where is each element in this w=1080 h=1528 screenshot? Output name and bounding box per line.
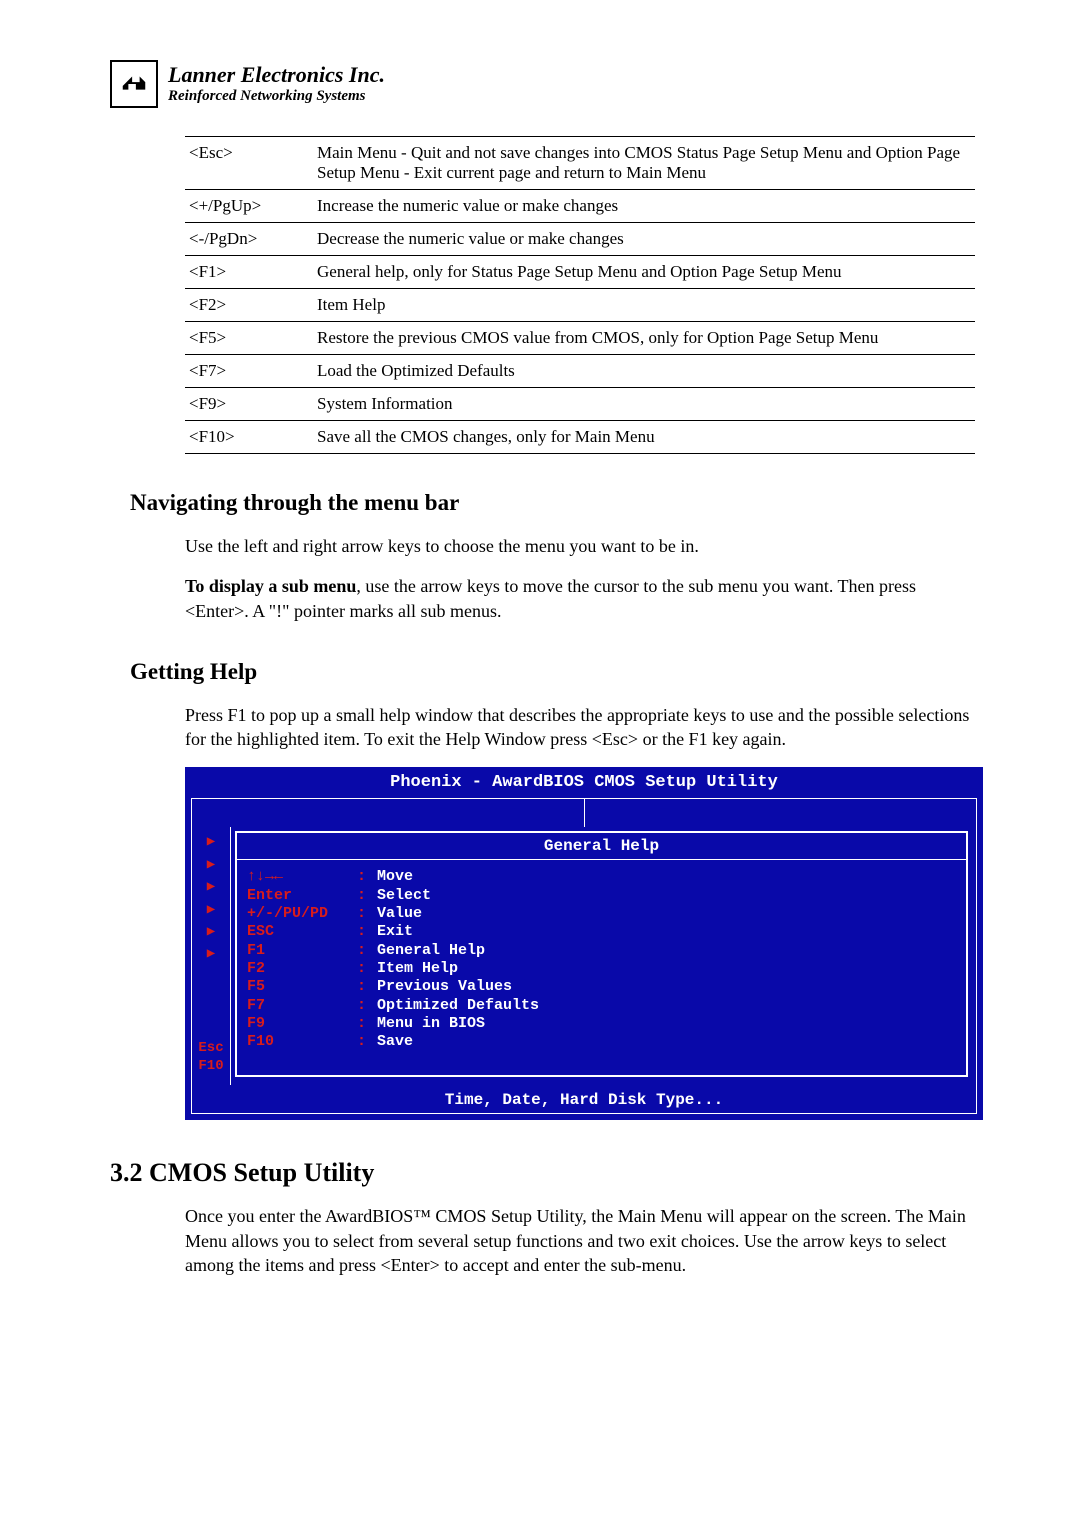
bios-help-row: +/-/PU/PD:Value <box>247 905 956 923</box>
header-text: Lanner Electronics Inc. Reinforced Netwo… <box>168 63 385 104</box>
hotkey-table: <Esc>Main Menu - Quit and not save chang… <box>185 136 975 454</box>
hotkey-key: <F10> <box>185 421 313 454</box>
bios-help-colon: : <box>357 1033 377 1051</box>
hotkey-description: Restore the previous CMOS value from CMO… <box>313 322 975 355</box>
bios-help-key: F2 <box>247 960 357 978</box>
bios-help-key: +/-/PU/PD <box>247 905 357 923</box>
bios-help-key: F7 <box>247 997 357 1015</box>
hotkey-key: <F2> <box>185 289 313 322</box>
bios-help-desc: Optimized Defaults <box>377 997 539 1015</box>
help-paragraph: Press F1 to pop up a small help window t… <box>185 703 970 752</box>
hotkey-description: Load the Optimized Defaults <box>313 355 975 388</box>
bios-help-row: ESC:Exit <box>247 923 956 941</box>
bios-help-colon: : <box>357 997 377 1015</box>
hotkey-description: Main Menu - Quit and not save changes in… <box>313 137 975 190</box>
bios-help-key: F10 <box>247 1033 357 1051</box>
hotkey-description: General help, only for Status Page Setup… <box>313 256 975 289</box>
hotkey-key: <+/PgUp> <box>185 190 313 223</box>
bios-help-key: F1 <box>247 942 357 960</box>
bios-help-desc: Exit <box>377 923 413 941</box>
nav-paragraph-1: Use the left and right arrow keys to cho… <box>185 534 970 558</box>
bios-help-row: F7:Optimized Defaults <box>247 997 956 1015</box>
submenu-marker-icon: ▶ <box>192 876 230 898</box>
hotkey-key: <-/PgDn> <box>185 223 313 256</box>
bios-help-key: Enter <box>247 887 357 905</box>
bios-help-title: General Help <box>237 833 966 860</box>
table-row: <Esc>Main Menu - Quit and not save chang… <box>185 137 975 190</box>
hotkey-key: <Esc> <box>185 137 313 190</box>
bios-help-row: F9:Menu in BIOS <box>247 1015 956 1033</box>
bios-help-desc: Menu in BIOS <box>377 1015 485 1033</box>
table-row: <F2>Item Help <box>185 289 975 322</box>
bios-help-desc: Move <box>377 868 413 886</box>
bios-help-row: Enter:Select <box>247 887 956 905</box>
nav-paragraph-2: To display a sub menu, use the arrow key… <box>185 574 970 623</box>
submenu-marker-icon: ▶ <box>192 899 230 921</box>
hotkey-description: Increase the numeric value or make chang… <box>313 190 975 223</box>
cmos-paragraph: Once you enter the AwardBIOS™ CMOS Setup… <box>185 1204 970 1277</box>
bios-screenshot: Phoenix - AwardBIOS CMOS Setup Utility ▶… <box>185 767 983 1120</box>
table-row: <+/PgUp>Increase the numeric value or ma… <box>185 190 975 223</box>
bios-help-key: F9 <box>247 1015 357 1033</box>
bios-help-key: ESC <box>247 923 357 941</box>
bios-title: Phoenix - AwardBIOS CMOS Setup Utility <box>189 771 979 796</box>
hotkey-key: <F5> <box>185 322 313 355</box>
submenu-marker-icon: ▶ <box>192 943 230 965</box>
table-row: <F1>General help, only for Status Page S… <box>185 256 975 289</box>
bios-help-row: F1:General Help <box>247 942 956 960</box>
bios-help-row: F5:Previous Values <box>247 978 956 996</box>
company-name: Lanner Electronics Inc. <box>168 63 385 87</box>
bios-help-desc: Select <box>377 887 431 905</box>
bios-help-colon: : <box>357 960 377 978</box>
bios-help-key: F5 <box>247 978 357 996</box>
table-row: <F9>System Information <box>185 388 975 421</box>
hotkey-description: Decrease the numeric value or make chang… <box>313 223 975 256</box>
bios-help-colon: : <box>357 905 377 923</box>
bios-help-colon: : <box>357 942 377 960</box>
cmos-heading: 3.2 CMOS Setup Utility <box>110 1158 980 1188</box>
bios-help-colon: : <box>357 868 377 886</box>
bios-f10-label: F10 <box>192 1058 230 1076</box>
bios-help-desc: Previous Values <box>377 978 512 996</box>
bios-help-colon: : <box>357 978 377 996</box>
nav-heading: Navigating through the menu bar <box>130 490 980 516</box>
bios-help-desc: Value <box>377 905 422 923</box>
lanner-logo-icon <box>110 60 158 108</box>
bios-help-row: F2:Item Help <box>247 960 956 978</box>
bios-help-box: General Help ↑↓→←:MoveEnter:Select+/-/PU… <box>235 831 968 1077</box>
bios-left-column: ▶ ▶ ▶ ▶ ▶ ▶ Esc F10 <box>192 827 231 1085</box>
bios-help-colon: : <box>357 1015 377 1033</box>
hotkey-key: <F9> <box>185 388 313 421</box>
bios-esc-label: Esc <box>192 1040 230 1058</box>
bios-help-colon: : <box>357 887 377 905</box>
company-tagline: Reinforced Networking Systems <box>168 88 385 105</box>
bios-help-colon: : <box>357 923 377 941</box>
submenu-marker-icon: ▶ <box>192 854 230 876</box>
nav-paragraph-2-bold: To display a sub menu <box>185 576 356 596</box>
hotkey-description: System Information <box>313 388 975 421</box>
hotkey-key: <F7> <box>185 355 313 388</box>
bios-help-desc: General Help <box>377 942 485 960</box>
bios-footer: Time, Date, Hard Disk Type... <box>192 1085 976 1113</box>
table-row: <F10>Save all the CMOS changes, only for… <box>185 421 975 454</box>
hotkey-key: <F1> <box>185 256 313 289</box>
bios-help-row: ↑↓→←:Move <box>247 868 956 886</box>
table-row: <F7>Load the Optimized Defaults <box>185 355 975 388</box>
help-heading: Getting Help <box>130 659 980 685</box>
hotkey-description: Item Help <box>313 289 975 322</box>
table-row: <-/PgDn>Decrease the numeric value or ma… <box>185 223 975 256</box>
bios-help-row: F10:Save <box>247 1033 956 1051</box>
bios-help-key: ↑↓→← <box>247 868 357 886</box>
hotkey-description: Save all the CMOS changes, only for Main… <box>313 421 975 454</box>
bios-help-desc: Item Help <box>377 960 458 978</box>
submenu-marker-icon: ▶ <box>192 921 230 943</box>
page-header: Lanner Electronics Inc. Reinforced Netwo… <box>110 60 980 108</box>
submenu-marker-icon: ▶ <box>192 831 230 853</box>
table-row: <F5>Restore the previous CMOS value from… <box>185 322 975 355</box>
bios-help-desc: Save <box>377 1033 413 1051</box>
